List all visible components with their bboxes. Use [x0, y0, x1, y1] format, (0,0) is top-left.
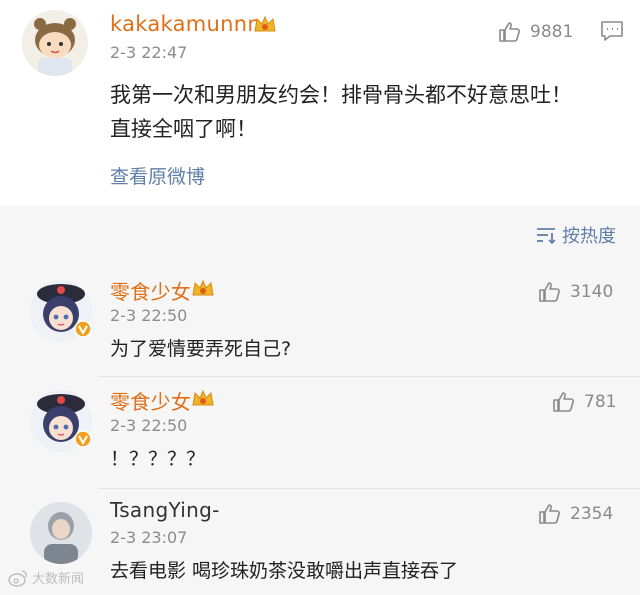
comment-timestamp: 2-3 23:07	[110, 528, 188, 547]
thumbs-up-icon	[539, 504, 560, 524]
divider	[98, 376, 640, 377]
comment-text: 为了爱情要弄死自己?	[110, 338, 292, 360]
verified-badge-icon	[74, 320, 92, 338]
avatar-photo-icon	[30, 502, 92, 564]
watermark-text: 大数新闻	[32, 572, 85, 587]
comment-item: 零食少女 2-3 22:50 3140 为了爱情要弄死自己?	[0, 268, 640, 378]
post-text-line: 直接全咽了啊！	[110, 117, 257, 141]
comment-icon[interactable]	[600, 20, 624, 42]
avatar-illustration-icon	[22, 10, 88, 76]
vip-crown-icon	[192, 279, 214, 296]
comment-like-count: 781	[584, 392, 617, 412]
watermark: 大数新闻	[8, 568, 84, 587]
verified-badge-icon	[74, 430, 92, 448]
post-timestamp: 2-3 22:47	[110, 43, 188, 62]
main-post: kakakamunnn 2-3 22:47 9881 我第一次和男朋友约会！排骨…	[0, 0, 640, 206]
comment-text: ！？？？？	[110, 448, 206, 470]
view-original-link[interactable]: 查看原微博	[110, 162, 205, 189]
comment-like-count: 2354	[570, 504, 614, 524]
comments-section: 按热度 零食少女 2-3 22:50 3140 为了爱情要弄死自己? 零食少女 …	[0, 206, 640, 595]
comment-username[interactable]: 零食少女	[110, 386, 191, 415]
comment-like-button[interactable]: 3140	[538, 280, 613, 304]
comment-item: 零食少女 2-3 22:50 781 ！？？？？	[0, 378, 640, 488]
comment-username[interactable]: TsangYing-	[110, 498, 220, 522]
comment-username[interactable]: 零食少女	[110, 276, 191, 305]
comment-timestamp: 2-3 22:50	[110, 416, 188, 435]
avatar[interactable]	[22, 10, 88, 76]
comment-timestamp: 2-3 22:50	[110, 306, 188, 325]
divider	[98, 488, 640, 489]
comment-text: 去看电影 喝珍珠奶茶没敢嚼出声直接吞了	[110, 560, 459, 582]
weibo-logo-icon	[8, 569, 27, 587]
vip-crown-icon	[192, 389, 214, 406]
comment-like-count: 3140	[570, 282, 614, 302]
sort-by-hot-button[interactable]: 按热度	[536, 222, 616, 248]
post-username[interactable]: kakakamunnn	[110, 12, 261, 36]
comment-like-button[interactable]: 2354	[538, 502, 613, 526]
sort-label: 按热度	[562, 226, 616, 247]
avatar[interactable]	[30, 502, 92, 564]
post-like-button[interactable]: 9881	[498, 20, 573, 44]
post-like-count: 9881	[530, 22, 574, 42]
sort-icon	[537, 228, 556, 244]
vip-crown-icon	[254, 15, 276, 32]
thumbs-up-icon	[553, 392, 574, 412]
comment-item: TsangYing- 2-3 23:07 2354 去看电影 喝珍珠奶茶没敢嚼出…	[0, 490, 640, 595]
thumbs-up-icon	[539, 282, 560, 302]
thumbs-up-icon	[499, 22, 520, 42]
post-body: 我第一次和男朋友约会！排骨骨头都不好意思吐！ 直接全咽了啊！	[110, 78, 630, 146]
comment-like-button[interactable]: 781	[552, 390, 616, 414]
post-text-line: 我第一次和男朋友约会！排骨骨头都不好意思吐！	[110, 83, 572, 107]
